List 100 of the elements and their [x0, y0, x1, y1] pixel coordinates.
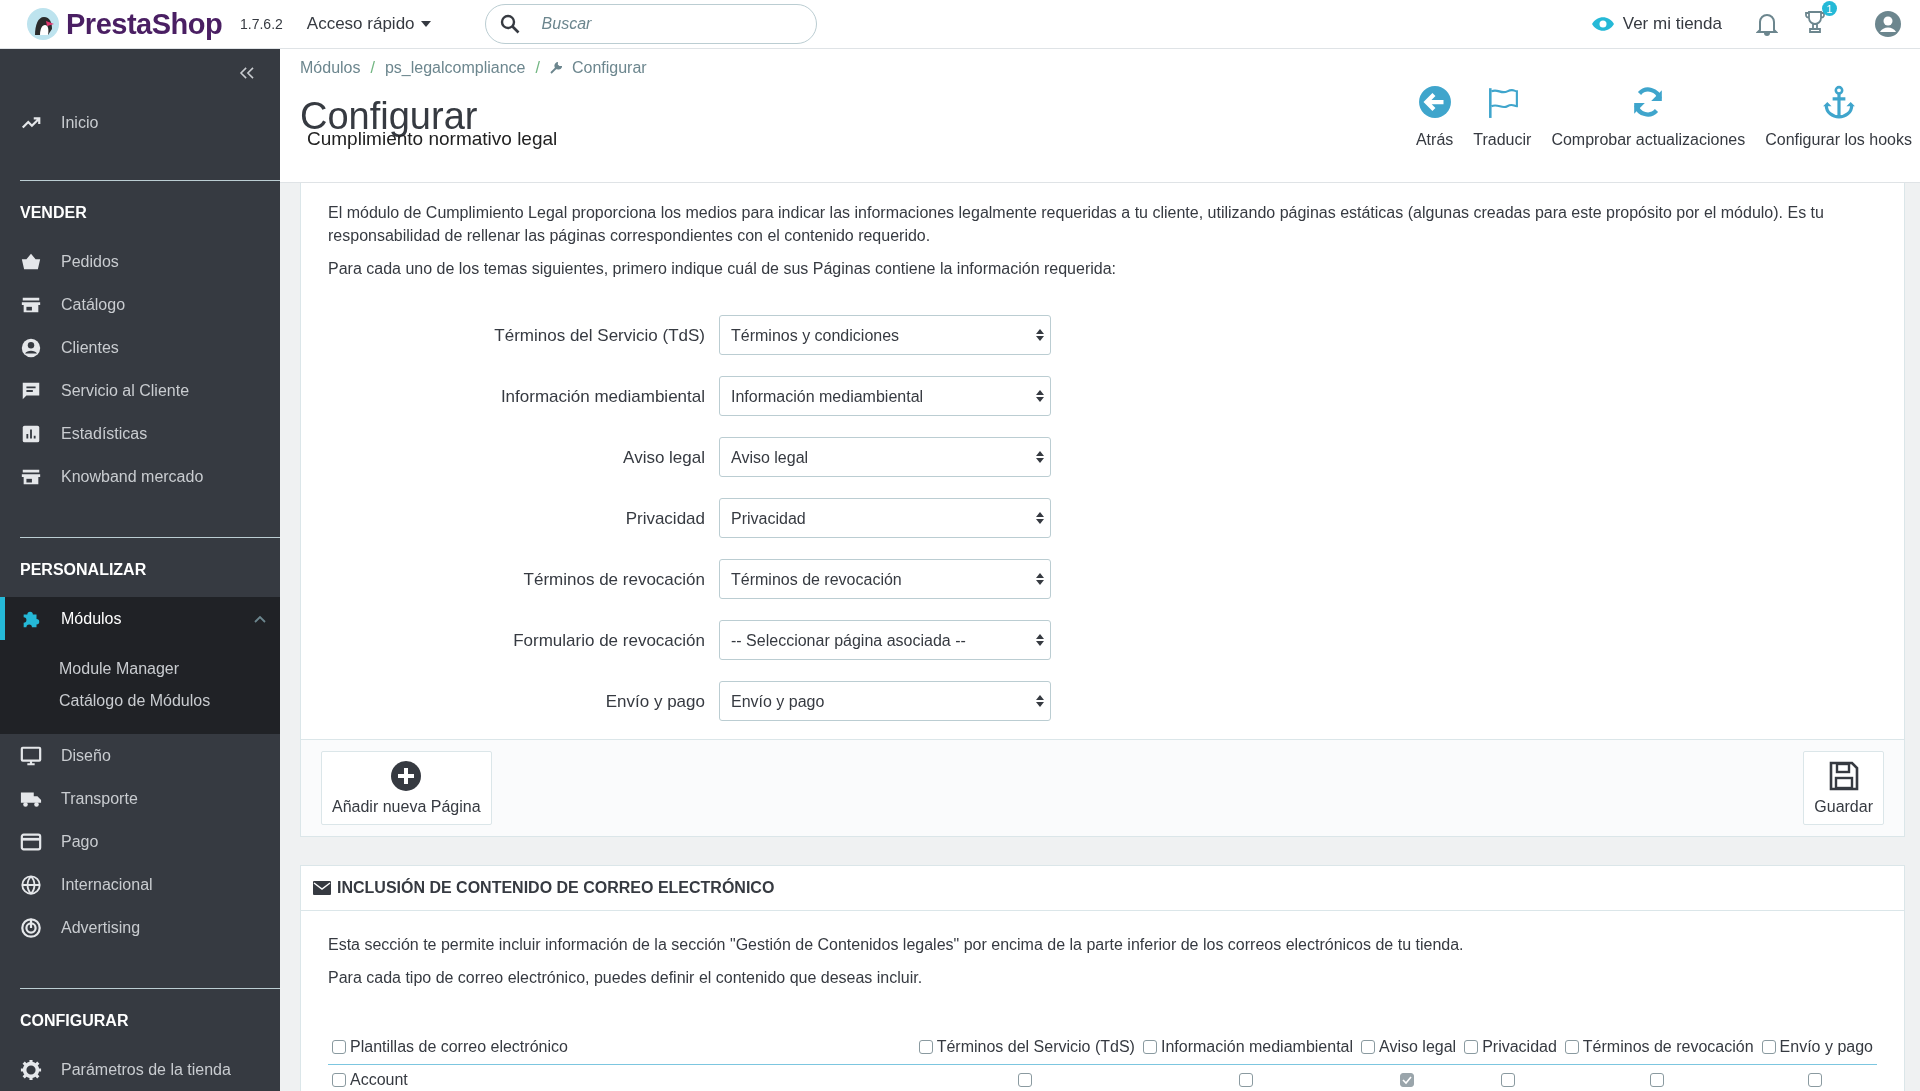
column-header: Términos de revocación	[1582, 1038, 1754, 1056]
toolbar-button[interactable]: Comprobar actualizaciones	[1551, 85, 1746, 182]
checkbox[interactable]	[1142, 1040, 1157, 1054]
sidebar-item[interactable]: Pedidos	[0, 240, 280, 283]
sidebar-item[interactable]: Servicio al Cliente	[0, 369, 280, 412]
sort-arrows-icon	[1036, 511, 1044, 525]
column-header: Términos del Servicio (TdS)	[936, 1038, 1135, 1056]
checkbox[interactable]	[332, 1040, 346, 1054]
monitor-icon	[20, 744, 42, 767]
field-label: Formulario de revocación	[512, 629, 705, 652]
eye-icon	[1590, 16, 1615, 32]
checkmark-icon	[1401, 1075, 1412, 1085]
column-header: Aviso legal	[1379, 1038, 1457, 1056]
panel-title: INCLUSIÓN DE CONTENIDO DE CORREO ELECTRÓNICO	[337, 879, 775, 897]
checkbox[interactable]	[918, 1040, 933, 1054]
intro-text: El módulo de Cumplimiento Legal proporciona los medios para indicar las informaciones legalmente requeridas a tu cliente, utilizando páginas estáticas (algunas creadas para este propósito por el módulo). Es tu responsabilidad de rellenar las páginas correspondientes con el contenido requerido.	[328, 203, 1825, 246]
section-heading: PERSONALIZAR	[20, 561, 148, 580]
sidebar-item[interactable]: Módulos	[0, 597, 280, 640]
description-text: Para cada tipo de correo electrónico, puedes definir el contenido que deseas incluir.	[328, 969, 924, 987]
breadcrumb-link[interactable]: ps_legalcompliance	[384, 59, 526, 77]
column-header: Información mediambiental	[1160, 1038, 1354, 1056]
sort-arrows-icon	[1036, 572, 1044, 586]
caret-icon	[420, 21, 431, 27]
search-icon	[499, 14, 520, 34]
breadcrumb-link[interactable]: Módulos	[300, 59, 361, 77]
checkbox[interactable]	[332, 1073, 346, 1087]
add-page-button[interactable]: Añadir nueva Página	[321, 751, 492, 825]
sort-arrows-icon	[1036, 633, 1044, 647]
chevron-icon[interactable]	[254, 614, 266, 623]
submenu-item[interactable]: Module Manager	[0, 653, 280, 685]
logo-text: PrestaShop	[66, 7, 223, 41]
template-name: Account	[350, 1071, 408, 1089]
page-select[interactable]: Información mediambiental	[719, 376, 1051, 416]
field-label: Términos de revocación	[522, 568, 705, 591]
anchor-icon	[1821, 85, 1856, 119]
field-label: Envío y pago	[604, 690, 705, 713]
checkbox[interactable]	[1808, 1073, 1823, 1087]
quick-access-menu[interactable]: Acceso rápido	[306, 14, 431, 34]
checkbox[interactable]	[1017, 1073, 1032, 1087]
toolbar-button[interactable]: Atrás	[1415, 85, 1454, 182]
sort-arrows-icon	[1036, 389, 1044, 403]
breadcrumb-separator: /	[535, 59, 540, 77]
intro-text: Para cada uno de los temas siguientes, primero indique cuál de sus Páginas contiene la información requerida:	[328, 259, 1118, 279]
page-select[interactable]: Aviso legal	[719, 437, 1051, 477]
page-select[interactable]: Envío y pago	[719, 681, 1051, 721]
sidebar-item[interactable]: Estadísticas	[0, 412, 280, 455]
notification-bell-icon[interactable]	[1756, 12, 1778, 36]
checkbox[interactable]	[1564, 1040, 1579, 1054]
field-label: Aviso legal	[622, 446, 705, 469]
sort-arrows-icon	[1036, 450, 1044, 464]
column-header: Envío y pago	[1779, 1038, 1873, 1056]
checkbox[interactable]	[1361, 1040, 1376, 1054]
sidebar-item[interactable]: Transporte	[0, 777, 280, 820]
checkbox[interactable]	[1399, 1073, 1414, 1087]
view-store-link[interactable]: Ver mi tienda	[1590, 14, 1722, 34]
save-button[interactable]: Guardar	[1803, 751, 1884, 825]
checkbox[interactable]	[1464, 1040, 1479, 1054]
sidebar-item[interactable]: Catálogo	[0, 283, 280, 326]
version-label: 1.7.6.2	[240, 16, 283, 32]
sidebar-item[interactable]: Inicio	[0, 104, 280, 141]
sidebar-item[interactable]: Internacional	[0, 863, 280, 906]
field-label: Información mediambiental	[499, 385, 705, 408]
person-icon	[20, 336, 42, 359]
checkbox[interactable]	[1761, 1040, 1776, 1054]
wrench-icon	[549, 62, 562, 74]
checkbox[interactable]	[1239, 1073, 1253, 1087]
sidebar-item[interactable]: Clientes	[0, 326, 280, 369]
puffin-logo-icon	[26, 7, 60, 41]
column-header: Plantillas de correo electrónico	[350, 1038, 568, 1056]
page-select[interactable]: Privacidad	[719, 498, 1051, 538]
settings-icon	[20, 1058, 42, 1081]
plus-circle-icon	[390, 760, 423, 792]
collapse-sidebar-icon[interactable]	[238, 67, 256, 80]
toolbar-button[interactable]: Configurar los hooks	[1765, 85, 1912, 182]
sidebar-item[interactable]: Advertising	[0, 906, 280, 949]
submenu-item[interactable]: Catálogo de Módulos	[0, 685, 280, 717]
sidebar-item[interactable]: Knowband mercado	[0, 455, 280, 498]
user-avatar-icon[interactable]	[1874, 10, 1902, 38]
notification-badge: 1	[1822, 1, 1837, 16]
sidebar-item[interactable]: Parámetros de la tienda	[0, 1048, 280, 1091]
globe-icon	[20, 873, 42, 896]
field-label: Términos del Servicio (TdS)	[493, 324, 705, 347]
toolbar-button[interactable]: Traducir	[1473, 85, 1532, 182]
sidebar-item[interactable]: Pago	[0, 820, 280, 863]
description-text: Esta sección te permite incluir información de la sección "Gestión de Contenidos legales" por encima de la parte inferior de los correos electrónicos de tu tienda.	[328, 936, 1465, 954]
breadcrumb-link[interactable]: Configurar	[571, 59, 647, 77]
sort-arrows-icon	[1036, 694, 1044, 708]
checkbox[interactable]	[1650, 1073, 1665, 1087]
checkbox[interactable]	[1501, 1073, 1516, 1087]
target-icon	[20, 916, 42, 939]
sort-arrows-icon	[1036, 328, 1044, 342]
trophy-icon[interactable]	[1804, 10, 1826, 34]
page-select[interactable]: -- Seleccionar página asociada --	[719, 620, 1051, 660]
section-heading: VENDER	[20, 204, 88, 223]
breadcrumb-separator: /	[370, 59, 375, 77]
column-header: Privacidad	[1482, 1038, 1557, 1056]
search-input[interactable]: Buscar	[539, 14, 784, 34]
page-select[interactable]: Términos de revocación	[719, 559, 1051, 599]
sidebar-item[interactable]: Diseño	[0, 734, 280, 777]
page-select[interactable]: Términos y condiciones	[719, 315, 1051, 355]
